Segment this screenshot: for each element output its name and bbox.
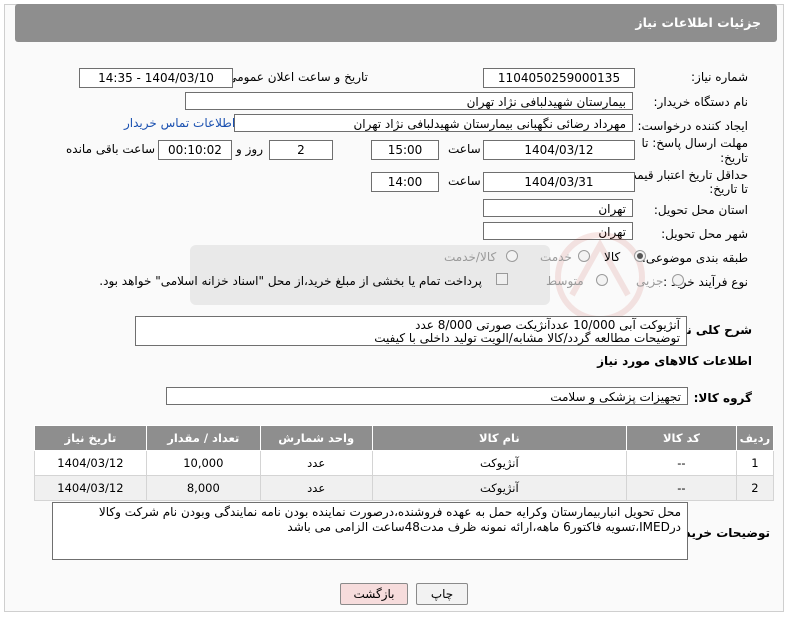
city-field[interactable]: تهران <box>483 222 633 240</box>
col-goods-name: نام کالا <box>371 425 628 451</box>
buyer-org-label: نام دستگاه خریدار: <box>653 95 749 109</box>
remaining-days-label: روز و <box>236 142 263 156</box>
process-option-medium: متوسط <box>546 274 584 288</box>
goods-table: ردیف کد کالا نام کالا واحد شمارش تعداد /… <box>34 425 775 501</box>
province-field[interactable]: تهران <box>483 199 633 217</box>
province-label: استان محل تحویل: <box>653 203 748 217</box>
row-number-cell: 2 <box>735 475 775 501</box>
process-radio-medium[interactable] <box>596 274 608 286</box>
announce-datetime-field[interactable]: 1404/03/10 - 14:35 <box>79 68 233 88</box>
page-header: جزئیات اطلاعات نیاز <box>15 4 777 42</box>
page: جزئیات اطلاعات نیاز شماره نیاز: 11040502… <box>0 0 788 620</box>
category-radio-goods[interactable] <box>634 250 646 262</box>
buyer-org-field[interactable]: بیمارستان شهیدلبافی نژاد تهران <box>185 92 633 110</box>
quantity-cell: 10,000 <box>145 450 261 476</box>
goods-code-cell: -- <box>626 475 737 501</box>
goods-section-title: اطلاعات کالاهای مورد نیاز <box>597 354 752 368</box>
category-radio-goods-service[interactable] <box>506 250 518 262</box>
back-button[interactable]: بازگشت <box>340 583 408 605</box>
need-description-box[interactable]: آنژیوکت آبی 10/000 عددآنژیکت صورتی 8/000… <box>135 316 687 346</box>
creator-label: ایجاد کننده درخواست: <box>637 119 748 133</box>
creator-field[interactable]: مهرداد رضائی نگهبانی بیمارستان شهیدلبافی… <box>234 114 633 132</box>
deadline-time-field[interactable]: 15:00 <box>371 140 439 160</box>
quantity-cell: 8,000 <box>145 475 261 501</box>
goods-group-label: گروه کالا: <box>693 391 752 405</box>
need-date-cell: 1404/03/12 <box>34 475 147 501</box>
need-number-field[interactable]: 1104050259000135 <box>483 68 635 88</box>
deadline-time-label: ساعت <box>448 142 481 156</box>
process-option-minor: جزیی <box>636 274 664 288</box>
table-row: 2 -- آنژیوکت عدد 8,000 1404/03/12 <box>34 475 775 501</box>
goods-name-cell: آنژیوکت <box>371 450 628 476</box>
need-date-cell: 1404/03/12 <box>34 450 147 476</box>
goods-code-cell: -- <box>626 450 737 476</box>
treasury-payment-text: پرداخت تمام یا بخشی از مبلغ خرید،از محل … <box>99 274 482 288</box>
city-label: شهر محل تحویل: <box>661 227 748 241</box>
row-number-cell: 1 <box>735 450 775 476</box>
print-button[interactable]: چاپ <box>416 583 468 605</box>
treasury-payment-checkbox[interactable] <box>496 273 508 285</box>
category-option-goods-service: کالا/خدمت <box>444 250 497 264</box>
col-unit: واحد شمارش <box>259 425 373 451</box>
need-description-line2: توضیحات مطالعه گردد/کالا مشابه/الویت تول… <box>374 331 680 345</box>
need-number-label: شماره نیاز: <box>691 70 748 84</box>
category-label: طبقه بندی موضوعی: <box>641 251 748 265</box>
col-need-date: تاریخ نیاز <box>34 425 147 451</box>
table-row: 1 -- آنژیوکت عدد 10,000 1404/03/12 <box>34 450 775 476</box>
remaining-time-label: ساعت باقی مانده <box>66 142 156 156</box>
remaining-time-field[interactable]: 00:10:02 <box>158 140 232 160</box>
deadline-label-line1: مهلت ارسال پاسخ: تا <box>641 136 748 150</box>
category-option-goods: کالا <box>604 250 621 264</box>
goods-table-header: ردیف کد کالا نام کالا واحد شمارش تعداد /… <box>34 425 775 451</box>
validity-date-field[interactable]: 1404/03/31 <box>483 172 635 192</box>
announce-datetime-label: تاریخ و ساعت اعلان عمومی: <box>223 70 368 84</box>
validity-label-line1: حداقل تاریخ اعتبار قیمت: <box>621 168 748 182</box>
goods-name-cell: آنژیوکت <box>371 475 628 501</box>
buyer-contact-link[interactable]: اطلاعات تماس خریدار <box>124 116 235 130</box>
goods-group-field[interactable]: تجهیزات پزشکی و سلامت <box>166 387 688 405</box>
deadline-label-line2: تاریخ: <box>720 151 748 165</box>
unit-cell: عدد <box>259 475 373 501</box>
page-title: جزئیات اطلاعات نیاز <box>635 15 761 30</box>
col-row-number: ردیف <box>735 425 775 451</box>
validity-time-label: ساعت <box>448 174 481 188</box>
category-radio-service[interactable] <box>578 250 590 262</box>
buyer-notes-box[interactable]: محل تحویل انباربیمارستان وکرایه حمل به ع… <box>52 502 688 560</box>
process-radio-minor[interactable] <box>672 274 684 286</box>
validity-time-field[interactable]: 14:00 <box>371 172 439 192</box>
validity-label-line2: تا تاریخ: <box>709 182 748 196</box>
deadline-date-field[interactable]: 1404/03/12 <box>483 140 635 160</box>
col-quantity: تعداد / مقدار <box>145 425 261 451</box>
remaining-days-field[interactable]: 2 <box>269 140 333 160</box>
category-option-service: خدمت <box>540 250 572 264</box>
unit-cell: عدد <box>259 450 373 476</box>
col-goods-code: کد کالا <box>626 425 737 451</box>
